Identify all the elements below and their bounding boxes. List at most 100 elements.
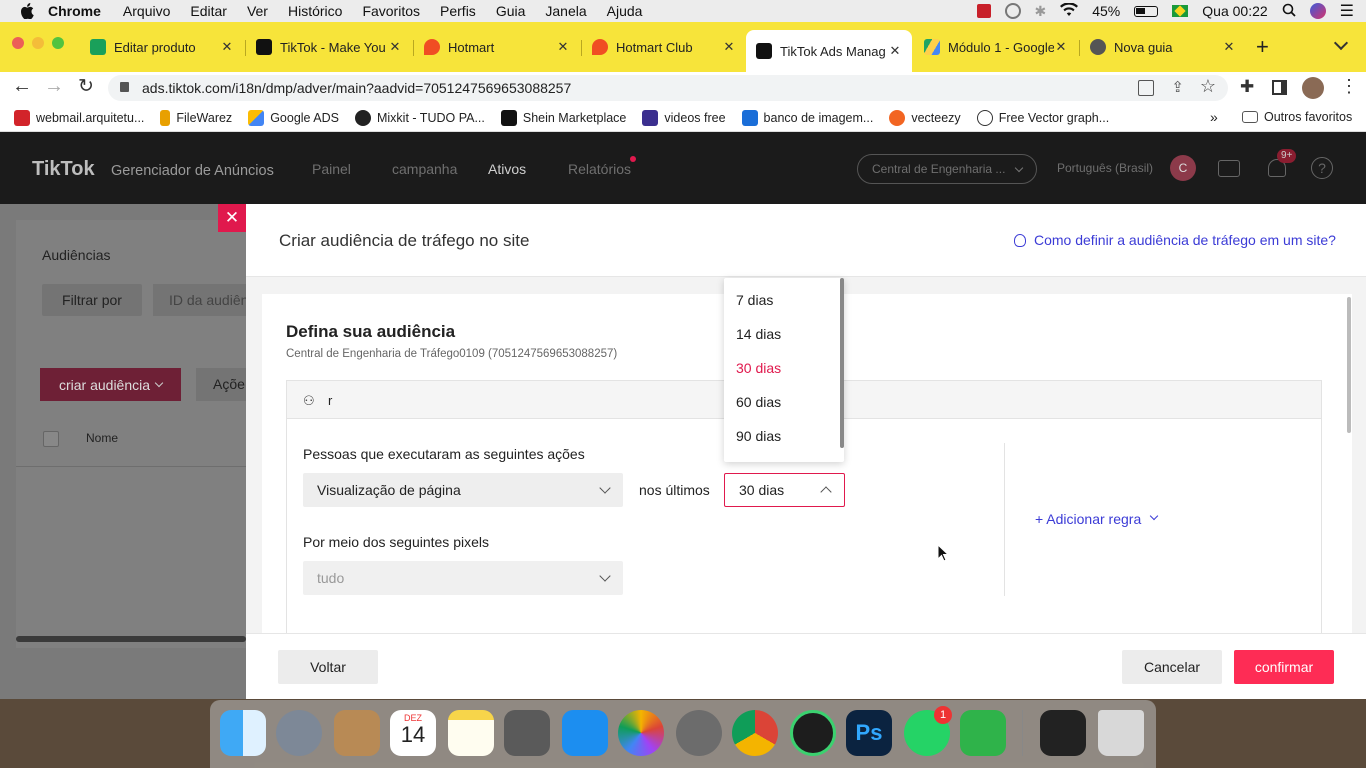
menu-perfis[interactable]: Perfis bbox=[440, 3, 476, 19]
clock[interactable]: Qua 00:22 bbox=[1202, 3, 1267, 19]
action-select[interactable]: Visualização de página bbox=[303, 473, 623, 507]
bookmark-free-vector[interactable]: Free Vector graph... bbox=[976, 109, 1109, 126]
menu-favoritos[interactable]: Favoritos bbox=[362, 3, 420, 19]
finder-icon[interactable] bbox=[220, 710, 266, 756]
menu-guia[interactable]: Guia bbox=[496, 3, 526, 19]
app-store-icon[interactable] bbox=[562, 710, 608, 756]
tab-search-chevron-icon[interactable] bbox=[1333, 35, 1349, 51]
nav-relatorios[interactable]: Relatórios bbox=[568, 161, 631, 177]
bookmark-videos-free[interactable]: videos free bbox=[642, 109, 726, 126]
new-tab-button[interactable]: + bbox=[1256, 34, 1269, 60]
siri-icon[interactable] bbox=[1309, 3, 1326, 19]
select-all-checkbox[interactable] bbox=[43, 431, 59, 447]
bluetooth-icon[interactable]: ✱ bbox=[1035, 3, 1047, 20]
close-tab-icon[interactable]: ✕ bbox=[556, 39, 570, 55]
bookmark-webmail[interactable]: webmail.arquitetu... bbox=[14, 109, 144, 126]
tab-hotmart[interactable]: Hotmart ✕ bbox=[414, 32, 580, 62]
photoshop-icon[interactable]: Ps bbox=[846, 710, 892, 756]
dropdown-option-7-dias[interactable]: 7 dias bbox=[736, 292, 773, 308]
add-rule-button[interactable]: + Adicionar regra bbox=[1035, 511, 1141, 527]
screen-recorder-icon[interactable] bbox=[1040, 710, 1086, 756]
system-preferences-icon[interactable] bbox=[676, 710, 722, 756]
dropdown-option-60-dias[interactable]: 60 dias bbox=[736, 394, 781, 410]
menu-chrome[interactable]: Chrome bbox=[48, 3, 101, 19]
profile-avatar[interactable] bbox=[1302, 77, 1324, 99]
bookmark-filewarez[interactable]: FileWarez bbox=[160, 109, 232, 126]
spotlight-icon[interactable] bbox=[1282, 3, 1296, 20]
launchpad-icon[interactable] bbox=[276, 710, 322, 756]
help-icon[interactable]: ? bbox=[1311, 157, 1333, 179]
tab-editar-produto[interactable]: Editar produto ✕ bbox=[80, 32, 244, 62]
camtasia-icon[interactable] bbox=[960, 710, 1006, 756]
record-icon[interactable] bbox=[976, 4, 991, 18]
tab-nova-guia[interactable]: Nova guia ✕ bbox=[1080, 32, 1246, 62]
create-audience-button[interactable]: criar audiência bbox=[40, 368, 181, 401]
url-bar[interactable]: ads.tiktok.com/i18n/dmp/adver/main?aadvi… bbox=[108, 75, 1228, 101]
dropdown-option-30-dias[interactable]: 30 dias bbox=[736, 360, 781, 376]
language-select[interactable]: Português (Brasil) bbox=[1057, 161, 1153, 175]
chrome-dock-icon[interactable] bbox=[732, 710, 778, 756]
pen-app-icon[interactable] bbox=[790, 710, 836, 756]
nav-painel[interactable]: Painel bbox=[312, 161, 351, 177]
contacts-icon[interactable] bbox=[334, 710, 380, 756]
menu-ver[interactable]: Ver bbox=[247, 3, 268, 19]
filter-button[interactable]: Filtrar por bbox=[42, 284, 142, 316]
tab-modulo-google[interactable]: Módulo 1 - Google ✕ bbox=[914, 32, 1078, 62]
chrome-menu-icon[interactable]: ⋮ bbox=[1340, 76, 1358, 97]
close-tab-icon[interactable]: ✕ bbox=[220, 39, 234, 55]
id-search-input[interactable]: ID da audiên bbox=[153, 284, 246, 316]
pixels-select[interactable]: tudo bbox=[303, 561, 623, 595]
zoom-window-button[interactable] bbox=[52, 37, 64, 49]
tab-hotmart-club[interactable]: Hotmart Club ✕ bbox=[582, 32, 746, 62]
menu-arquivo[interactable]: Arquivo bbox=[123, 3, 170, 19]
menu-ajuda[interactable]: Ajuda bbox=[607, 3, 643, 19]
minimize-window-button[interactable] bbox=[32, 37, 44, 49]
bookmark-mixkit[interactable]: Mixkit - TUDO PA... bbox=[354, 109, 485, 126]
bookmark-vecteezy[interactable]: vecteezy bbox=[889, 109, 961, 126]
confirm-button[interactable]: confirmar bbox=[1234, 650, 1334, 684]
apple-icon[interactable] bbox=[18, 3, 36, 19]
bookmark-banco-imagem[interactable]: banco de imagem... bbox=[741, 109, 873, 126]
reload-icon[interactable]: ↻ bbox=[78, 75, 94, 98]
brazil-flag-icon[interactable] bbox=[1172, 5, 1189, 17]
close-tab-icon[interactable]: ✕ bbox=[388, 39, 402, 55]
vertical-scrollbar[interactable] bbox=[1347, 297, 1351, 433]
bookmark-other-folder[interactable]: Outros favoritos bbox=[1242, 110, 1352, 124]
horizontal-scrollbar[interactable] bbox=[16, 636, 246, 642]
menu-editar[interactable]: Editar bbox=[190, 3, 227, 19]
bookmark-shein[interactable]: Shein Marketplace bbox=[500, 109, 626, 126]
notes-icon[interactable] bbox=[448, 710, 494, 756]
close-tab-icon[interactable]: ✕ bbox=[1222, 39, 1236, 55]
calculator-icon[interactable] bbox=[504, 710, 550, 756]
help-link[interactable]: Como definir a audiência de tráfego em u… bbox=[1014, 232, 1336, 248]
back-button[interactable]: Voltar bbox=[278, 650, 378, 684]
nav-campanha[interactable]: campanha bbox=[392, 161, 457, 177]
close-tab-icon[interactable]: ✕ bbox=[1054, 39, 1068, 55]
tab-tiktok-ads-active[interactable]: TikTok Ads Manag ✕ bbox=[746, 30, 912, 72]
close-tab-icon[interactable]: ✕ bbox=[722, 39, 736, 55]
calendar-icon[interactable]: DEZ 14 bbox=[390, 710, 436, 756]
translate-icon[interactable] bbox=[1138, 80, 1154, 96]
control-center-icon[interactable]: ☰ bbox=[1340, 1, 1354, 21]
add-rule-chevron-icon[interactable] bbox=[1149, 511, 1159, 521]
tab-tiktok[interactable]: TikTok - Make You ✕ bbox=[246, 32, 412, 62]
close-window-button[interactable] bbox=[12, 37, 24, 49]
share-icon[interactable]: ⇪ bbox=[1171, 78, 1184, 96]
dropdown-scrollbar[interactable] bbox=[840, 278, 844, 448]
trash-icon[interactable] bbox=[1098, 710, 1144, 756]
bookmark-google-ads[interactable]: Google ADS bbox=[248, 109, 339, 126]
tiktok-logo[interactable]: TikTok bbox=[32, 158, 95, 181]
lock-icon[interactable] bbox=[120, 82, 129, 92]
close-modal-button[interactable]: ✕ bbox=[218, 204, 246, 232]
actions-button[interactable]: Açõe bbox=[196, 368, 246, 401]
wifi-icon[interactable] bbox=[1060, 1, 1079, 20]
dropdown-option-14-dias[interactable]: 14 dias bbox=[736, 326, 781, 342]
days-select[interactable]: 30 dias bbox=[724, 473, 845, 507]
bookmarks-overflow-icon[interactable]: » bbox=[1210, 109, 1218, 125]
account-select[interactable]: Central de Engenharia ... bbox=[857, 154, 1037, 184]
bookmark-star-icon[interactable]: ☆ bbox=[1200, 76, 1216, 97]
extensions-icon[interactable]: ✚ bbox=[1240, 77, 1254, 97]
menu-janela[interactable]: Janela bbox=[545, 3, 586, 19]
menu-historico[interactable]: Histórico bbox=[288, 3, 342, 19]
sidepanel-icon[interactable] bbox=[1272, 80, 1287, 95]
